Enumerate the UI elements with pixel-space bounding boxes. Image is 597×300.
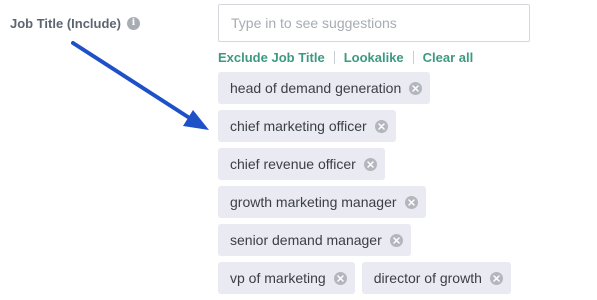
tag-label: chief marketing officer [230, 118, 367, 134]
job-title-tag: senior demand manager [218, 224, 411, 256]
job-title-search-input[interactable] [218, 4, 530, 42]
filter-actions: Exclude Job Title Lookalike Clear all [218, 50, 473, 65]
remove-tag-icon[interactable] [363, 157, 377, 171]
tag-row: chief revenue officer [218, 148, 548, 180]
job-title-tag: vp of marketing [218, 262, 355, 294]
tag-label: vp of marketing [230, 270, 326, 286]
tag-row: senior demand manager [218, 224, 548, 256]
remove-tag-icon[interactable] [489, 271, 503, 285]
tag-row: chief marketing officer [218, 110, 548, 142]
clear-all-link[interactable]: Clear all [423, 50, 474, 65]
lookalike-link[interactable]: Lookalike [344, 50, 404, 65]
tag-label: director of growth [373, 270, 482, 286]
job-title-tag: head of demand generation [218, 72, 431, 104]
exclude-job-title-link[interactable]: Exclude Job Title [218, 50, 325, 65]
action-divider [333, 51, 335, 64]
tag-row: head of demand generation [218, 72, 548, 104]
remove-tag-icon[interactable] [404, 195, 418, 209]
action-divider [412, 51, 414, 64]
job-title-tag: director of growth [361, 262, 511, 294]
remove-tag-icon[interactable] [409, 81, 423, 95]
tag-label: head of demand generation [230, 80, 402, 96]
job-title-tag: chief marketing officer [218, 110, 396, 142]
remove-tag-icon[interactable] [333, 271, 347, 285]
job-title-include-label: Job Title (Include) [10, 16, 121, 31]
tag-label: growth marketing manager [230, 194, 397, 210]
tag-label: chief revenue officer [230, 156, 356, 172]
tag-label: senior demand manager [230, 232, 382, 248]
job-title-filter-panel: Job Title (Include) i Exclude Job Title … [0, 0, 597, 300]
selected-job-title-tags: head of demand generation chief marketin… [218, 72, 548, 300]
tag-row: vp of marketing director of growth [218, 262, 548, 294]
job-title-tag: growth marketing manager [218, 186, 426, 218]
info-icon[interactable]: i [127, 17, 140, 30]
field-label-row: Job Title (Include) i [10, 16, 140, 31]
tag-row: growth marketing manager [218, 186, 548, 218]
job-title-tag: chief revenue officer [218, 148, 385, 180]
remove-tag-icon[interactable] [389, 233, 403, 247]
remove-tag-icon[interactable] [374, 119, 388, 133]
